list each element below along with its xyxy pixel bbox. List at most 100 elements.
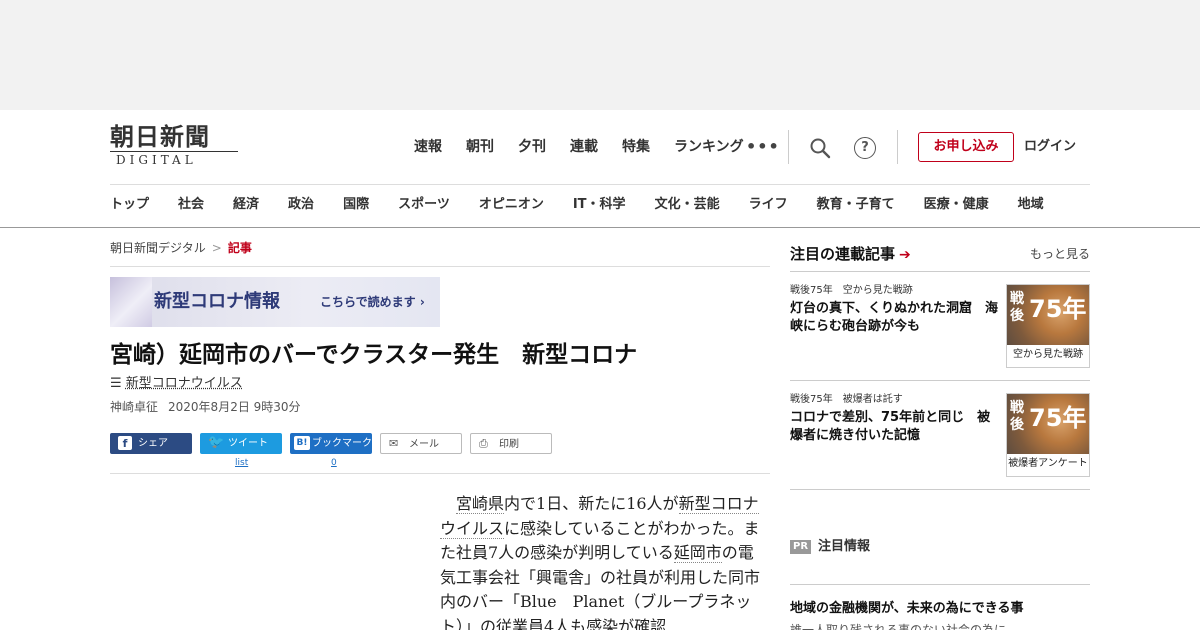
category-education[interactable]: 教育・子育て — [817, 196, 895, 214]
article-body: 宮崎県内で1日、新たに16人が新型コロナウイルスに感染していることがわかった。ま… — [440, 492, 760, 630]
hatena-label: ブックマーク — [312, 438, 372, 449]
article-meta: 神崎卓征 2020年8月2日 9時30分 — [110, 399, 301, 415]
facebook-share-button[interactable]: f シェア — [110, 433, 192, 454]
article-series-label: 戦後75年 空から見た戦跡 — [790, 285, 913, 296]
topic-tag-link[interactable]: 新型コロナウイルス — [126, 376, 243, 391]
breadcrumb-current: 記事 — [227, 241, 252, 255]
article-headline: 灯台の真下、くりぬかれた洞窟 海峡にらむ砲台跡が今も — [790, 301, 999, 334]
nav-item-morning[interactable]: 朝刊 — [466, 136, 494, 158]
header-divider — [788, 130, 789, 164]
breadcrumb-home[interactable]: 朝日新聞デジタル — [110, 241, 206, 255]
featured-article[interactable]: 戦後75年 被爆者は託す コロナで差別、75年前と同じ 被爆者に焼き付いた記憶 … — [790, 393, 1090, 481]
sidebar-rule — [790, 271, 1090, 272]
sidebar-rule — [790, 380, 1090, 381]
top-ad-space — [0, 0, 1200, 110]
breadcrumb-separator: > — [211, 241, 222, 255]
category-top[interactable]: トップ — [110, 196, 149, 214]
twitter-share-label: ツイート — [228, 438, 268, 449]
nav-item-features[interactable]: 特集 — [622, 136, 650, 158]
pr-article-subtitle: 誰一人取り残される事のない社会の為に — [790, 623, 1007, 630]
hatena-count[interactable]: 0 — [331, 457, 337, 469]
category-local[interactable]: 地域 — [1018, 196, 1044, 214]
thumbnail-caption: 空から見た戦跡 — [1013, 349, 1083, 360]
article-series-label: 戦後75年 被爆者は託す — [790, 394, 903, 405]
pr-badge: PR — [790, 540, 812, 554]
body-paragraph: 宮崎県内で1日、新たに16人が新型コロナウイルスに感染していることがわかった。ま… — [440, 492, 760, 630]
twitter-icon: 🐦 — [208, 435, 225, 450]
help-icon[interactable]: ? — [854, 137, 876, 159]
category-international[interactable]: 国際 — [343, 196, 369, 214]
nav-item-series[interactable]: 連載 — [570, 136, 598, 158]
thumbnail-kanji: 戦後 — [1010, 400, 1024, 433]
banner-link: こちらで読めます › — [320, 295, 425, 309]
facebook-share-label: シェア — [138, 438, 168, 449]
article-headline: コロナで差別、75年前と同じ 被爆者に焼き付いた記憶 — [790, 410, 991, 443]
more-menu-icon[interactable]: ••• — [746, 136, 780, 158]
sidebar-rule — [790, 489, 1090, 490]
subscribe-button[interactable]: お申し込み — [918, 132, 1014, 162]
featured-series-heading[interactable]: 注目の連載記事 ➔ — [790, 244, 911, 265]
hatena-bookmark-button[interactable]: B! ブックマーク — [290, 433, 372, 454]
featured-series-title: 注目の連載記事 — [790, 245, 896, 263]
thumbnail-kanji: 戦後 — [1010, 291, 1024, 324]
category-health[interactable]: 医療・健康 — [924, 196, 989, 214]
logo-divider — [110, 151, 238, 152]
category-economy[interactable]: 経済 — [233, 196, 259, 214]
facebook-icon: f — [118, 436, 132, 450]
mail-icon: ✉ — [389, 437, 399, 450]
corona-info-banner[interactable]: 新型コロナ情報 こちらで読めます › — [110, 277, 440, 327]
site-header: 朝日新聞 DIGITAL 速報 朝刊 夕刊 連載 特集 ランキング ••• ? … — [0, 110, 1200, 228]
list-icon: ☰ — [110, 376, 122, 391]
thumbnail-number: 75年 — [1029, 295, 1087, 323]
nav-item-breaking[interactable]: 速報 — [414, 136, 442, 158]
print-button[interactable]: ⎙ 印刷 — [470, 433, 552, 454]
article-tag-row: ☰ 新型コロナウイルス — [110, 375, 243, 393]
login-button[interactable]: ログイン — [1024, 138, 1076, 156]
header-rule — [110, 184, 1090, 185]
pr-section-title: 注目情報 — [818, 539, 871, 554]
pr-article-link[interactable]: 地域の金融機関が、未来の為にできる事 — [790, 600, 1023, 618]
hatena-icon: B! — [294, 436, 310, 450]
article-thumbnail: 戦後 75年 被爆者アンケート — [1006, 393, 1090, 477]
category-nav: トップ 社会 経済 政治 国際 スポーツ オピニオン IT・科学 文化・芸能 ラ… — [110, 196, 1073, 214]
header-divider — [897, 130, 898, 164]
arrow-right-icon: ➔ — [899, 247, 911, 263]
logo-subtext: DIGITAL — [116, 153, 197, 167]
publish-date: 2020年8月2日 9時30分 — [168, 400, 301, 414]
share-rule — [110, 473, 770, 474]
breadcrumb: 朝日新聞デジタル > 記事 — [110, 240, 252, 256]
article-title: 宮崎）延岡市のバーでクラスター発生 新型コロナ — [110, 341, 638, 368]
printer-icon: ⎙ — [479, 437, 488, 450]
mail-label: メール — [409, 439, 439, 450]
nav-item-evening[interactable]: 夕刊 — [518, 136, 546, 158]
category-society[interactable]: 社会 — [178, 196, 204, 214]
thumbnail-number: 75年 — [1029, 404, 1087, 432]
article-thumbnail: 戦後 75年 空から見た戦跡 — [1006, 284, 1090, 368]
category-sports[interactable]: スポーツ — [398, 196, 450, 214]
mail-share-button[interactable]: ✉ メール — [380, 433, 462, 454]
print-label: 印刷 — [499, 439, 519, 450]
keyword-link[interactable]: 宮崎県 — [456, 494, 505, 514]
nav-item-ranking[interactable]: ランキング — [674, 136, 744, 158]
search-icon[interactable] — [809, 137, 831, 159]
sidebar-rule — [790, 584, 1090, 585]
keyword-link[interactable]: 延岡市 — [673, 543, 722, 563]
category-life[interactable]: ライフ — [749, 196, 788, 214]
category-culture[interactable]: 文化・芸能 — [655, 196, 720, 214]
category-politics[interactable]: 政治 — [288, 196, 314, 214]
banner-graphic — [110, 277, 152, 327]
breadcrumb-rule — [110, 266, 770, 267]
author: 神崎卓征 — [110, 400, 159, 414]
logo-text: 朝日新聞 — [110, 122, 210, 151]
thumbnail-caption: 被爆者アンケート — [1008, 458, 1088, 469]
category-it-science[interactable]: IT・科学 — [573, 196, 626, 214]
category-opinion[interactable]: オピニオン — [479, 196, 544, 214]
banner-title: 新型コロナ情報 — [154, 291, 280, 312]
site-logo[interactable]: 朝日新聞 DIGITAL — [110, 124, 242, 170]
twitter-count-link[interactable]: list — [235, 457, 248, 469]
top-nav: 速報 朝刊 夕刊 連載 特集 ランキング — [414, 136, 768, 158]
twitter-share-button[interactable]: 🐦 ツイート — [200, 433, 282, 454]
featured-article[interactable]: 戦後75年 空から見た戦跡 灯台の真下、くりぬかれた洞窟 海峡にらむ砲台跡が今も… — [790, 284, 1090, 372]
see-more-link[interactable]: もっと見る — [1030, 246, 1090, 262]
body-text-segment: 内で1日、新たに16人が — [504, 494, 679, 513]
